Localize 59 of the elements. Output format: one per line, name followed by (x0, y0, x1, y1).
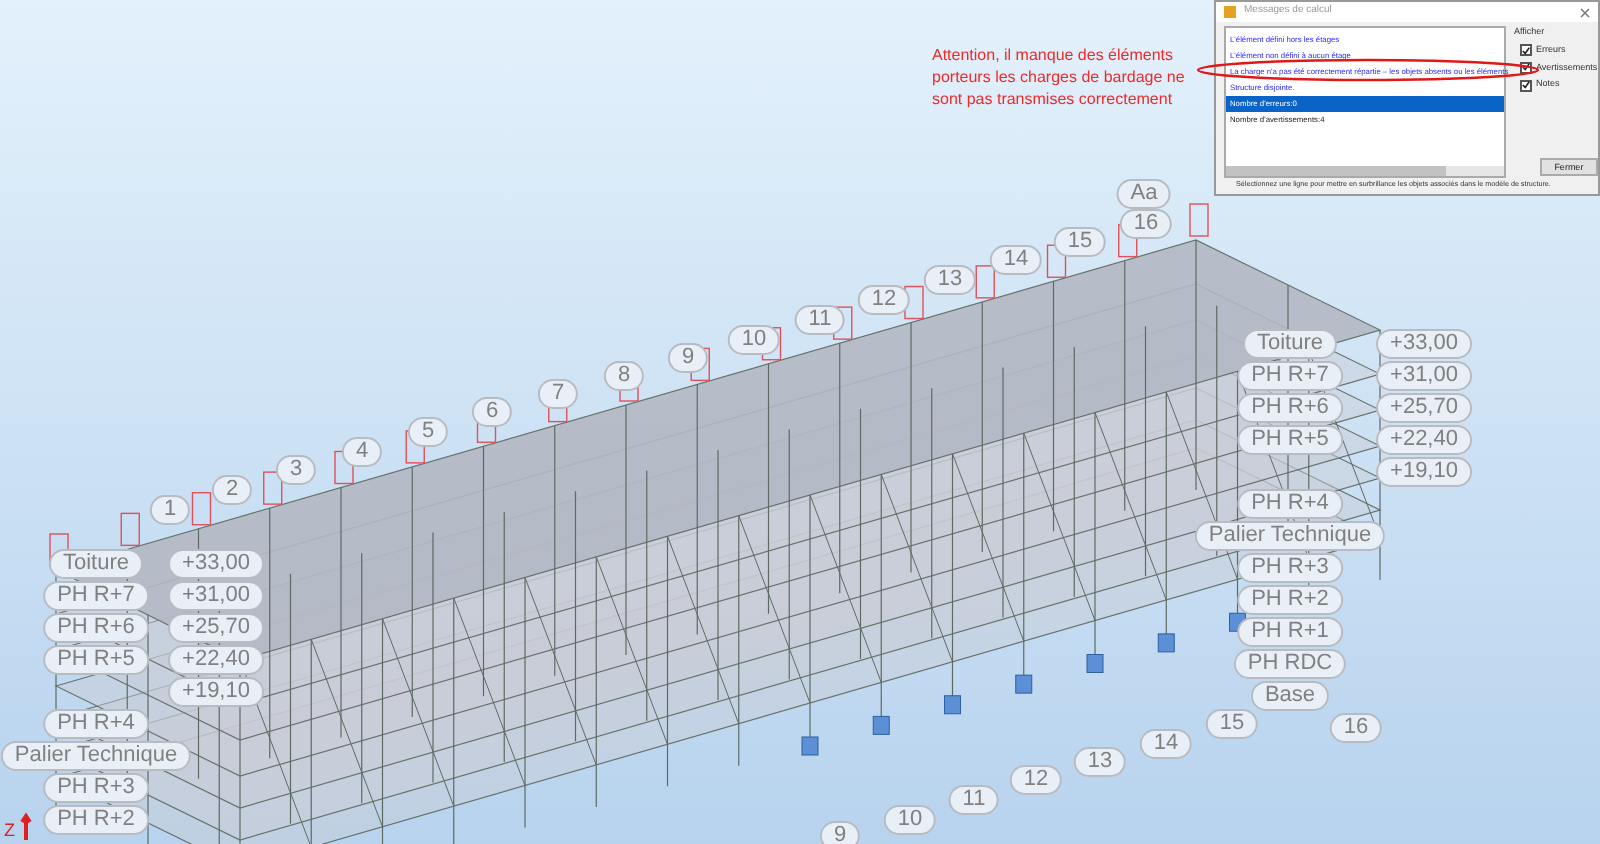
level-label: +25,70 (168, 613, 264, 643)
grid-axis-label: 12 (1009, 765, 1063, 795)
level-label: PH R+2 (43, 805, 149, 835)
level-label: PH R+6 (1237, 393, 1343, 423)
level-label: +25,70 (1376, 393, 1472, 423)
level-label: PH R+6 (43, 613, 149, 643)
level-label: Toiture (1242, 329, 1338, 359)
grid-axis-label: 8 (603, 361, 645, 391)
level-label: PH R+5 (1237, 425, 1343, 455)
grid-axis-label: 9 (667, 343, 709, 373)
level-label: +31,00 (168, 581, 264, 611)
grid-axis-label: 15 (1205, 709, 1259, 739)
close-icon[interactable] (1580, 7, 1590, 17)
level-label: PH R+4 (1237, 489, 1343, 519)
grid-axis-label: 1 (149, 495, 191, 525)
grid-axis-label: 11 (948, 785, 1000, 815)
level-label: Toiture (48, 549, 144, 579)
grid-axis-label: 14 (1139, 729, 1193, 759)
axis-label: Z (4, 822, 15, 840)
warning-annotation: Attention, il manque des éléments porteurs les charges de bardage ne sont pas transmises correctement (932, 44, 1187, 110)
grid-axis-label: 12 (857, 285, 911, 315)
level-label: Palier Technique (0, 741, 192, 771)
level-label: +33,00 (1376, 329, 1472, 359)
grid-axis-label: 16 (1329, 713, 1383, 743)
grid-axis-label: 11 (794, 305, 846, 335)
grid-axis-label: 13 (923, 265, 977, 295)
grid-axis-label: 7 (537, 379, 579, 409)
grid-axis-label: 14 (989, 245, 1043, 275)
level-label: PH R+5 (43, 645, 149, 675)
app-icon (1224, 6, 1236, 18)
grid-axis-label: 5 (407, 417, 449, 447)
level-label: +33,00 (168, 549, 264, 579)
level-label: Base (1250, 681, 1330, 711)
level-label: PH RDC (1233, 649, 1347, 679)
grid-axis-label: 4 (341, 437, 383, 467)
level-label: Palier Technique (1194, 521, 1386, 551)
level-label: +31,00 (1376, 361, 1472, 391)
level-label: PH R+4 (43, 709, 149, 739)
level-label: +22,40 (1376, 425, 1472, 455)
grid-axis-label: 3 (275, 455, 317, 485)
level-label: PH R+3 (43, 773, 149, 803)
grid-axis-label: Aa (1116, 179, 1172, 209)
grid-axis-label: 10 (883, 805, 937, 835)
level-label: +22,40 (168, 645, 264, 675)
level-label: PH R+2 (1237, 585, 1343, 615)
grid-axis-label: 16 (1119, 209, 1173, 239)
grid-axis-label: 13 (1073, 747, 1127, 777)
level-label: +19,10 (1376, 457, 1472, 487)
level-label: +19,10 (168, 677, 264, 707)
level-label: PH R+1 (1237, 617, 1343, 647)
grid-axis-label: 10 (727, 325, 781, 355)
grid-axis-label: 2 (211, 475, 253, 505)
horizontal-scrollbar[interactable] (1226, 166, 1504, 176)
grid-axis-label: 6 (471, 397, 513, 427)
level-label: PH R+7 (1237, 361, 1343, 391)
level-label: PH R+7 (43, 581, 149, 611)
grid-axis-label: 9 (819, 821, 861, 844)
level-label: PH R+3 (1237, 553, 1343, 583)
grid-axis-label: 15 (1053, 227, 1107, 257)
